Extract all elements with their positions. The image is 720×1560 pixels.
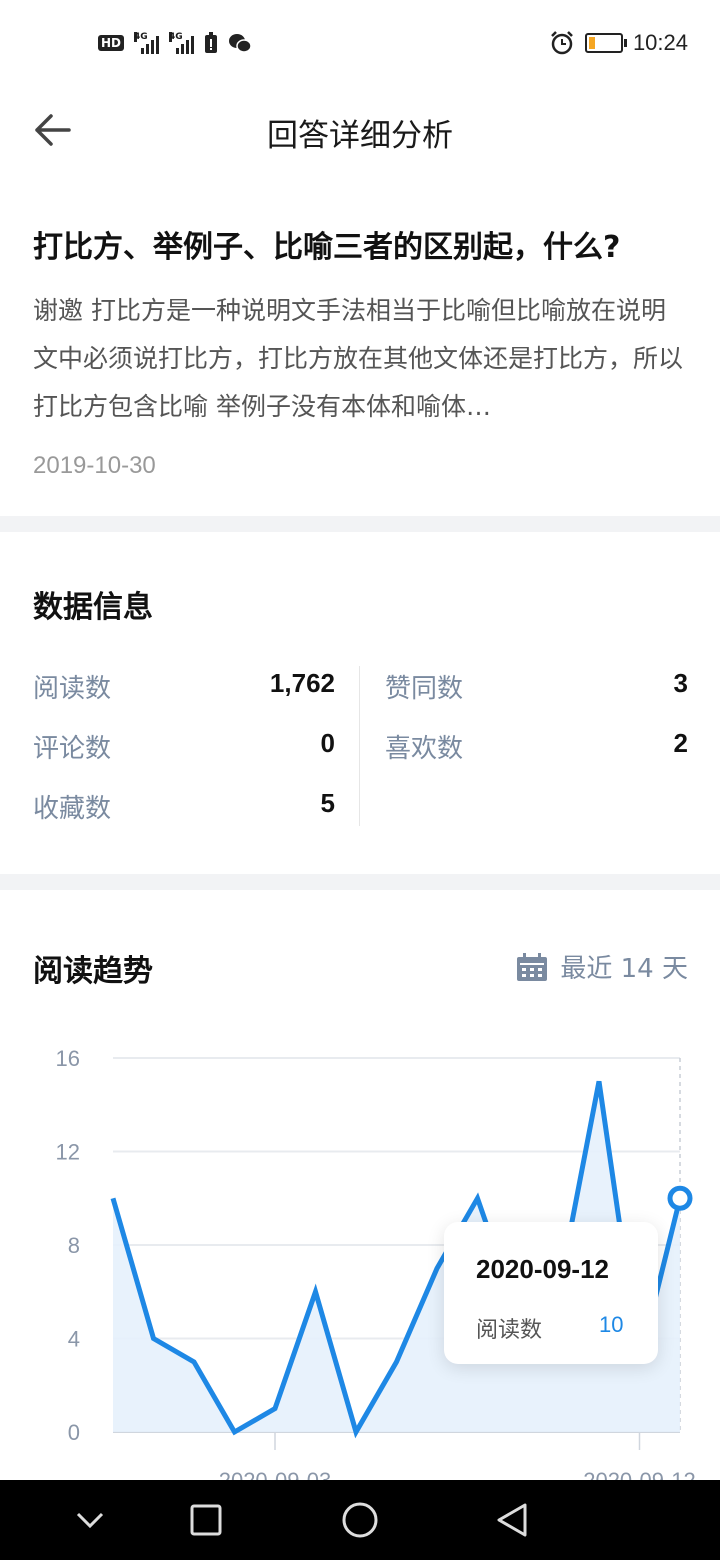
hide-keyboard-button[interactable] [70, 1500, 110, 1540]
tooltip-label: 阅读数 [476, 1318, 543, 1343]
network-type-label-2: 4G [169, 32, 183, 42]
stats-divider [359, 666, 360, 826]
calendar-icon [517, 952, 548, 981]
square-icon [190, 1504, 222, 1536]
section-separator [0, 874, 720, 890]
stat-label: 赞同数 [385, 674, 464, 704]
status-icons-right: 10:24 [549, 30, 688, 56]
wechat-icon [229, 34, 252, 53]
stat-upvote-count: 赞同数 3 [385, 668, 688, 708]
tooltip-date: 2020-09-12 [476, 1254, 609, 1284]
stat-favorite-count: 收藏数 5 [33, 788, 335, 828]
date-range-label: 最近 14 天 [560, 954, 688, 984]
y-tick-label: 16 [56, 1046, 80, 1071]
alert-battery-icon [205, 32, 218, 53]
signal-icon-2: 4G [169, 32, 195, 54]
answer-date: 2019-10-30 [33, 452, 156, 479]
stat-label: 评论数 [33, 734, 112, 764]
stat-value: 1,762 [269, 668, 335, 698]
signal-icon: 4G [134, 32, 160, 54]
trend-title: 阅读趋势 [33, 954, 153, 989]
top-navbar: 回答详细分析 [0, 88, 720, 168]
triangle-back-icon [497, 1503, 527, 1537]
x-tick-label: 2020-09-12 [583, 1468, 696, 1480]
section-separator [0, 516, 720, 532]
x-tick-label: 2020-09-03 [219, 1468, 332, 1480]
chart-tooltip: 2020-09-12 阅读数 10 [444, 1222, 658, 1364]
data-info-title: 数据信息 [33, 590, 153, 625]
recents-button[interactable] [186, 1500, 226, 1540]
page-title: 回答详细分析 [267, 118, 453, 154]
stat-like-count: 喜欢数 2 [385, 728, 688, 768]
y-tick-label: 12 [56, 1140, 80, 1165]
question-title[interactable]: 打比方、举例子、比喻三者的区别起，什么? [33, 222, 693, 266]
stat-read-count: 阅读数 1,762 [33, 668, 335, 708]
date-range-selector[interactable]: 最近 14 天 [516, 948, 688, 985]
stat-value: 3 [673, 668, 688, 698]
system-nav-bar [0, 1480, 720, 1560]
highlighted-data-point [667, 1185, 693, 1211]
chevron-down-icon [76, 1512, 104, 1529]
stat-label: 收藏数 [33, 794, 112, 824]
stat-value: 0 [320, 728, 335, 758]
stat-value: 5 [320, 788, 335, 818]
home-button[interactable] [340, 1500, 380, 1540]
y-tick-label: 8 [68, 1233, 80, 1258]
stats-grid: 阅读数 1,762 评论数 0 收藏数 5 赞同数 3 喜欢数 2 [0, 660, 720, 830]
alarm-icon [551, 31, 573, 55]
y-tick-label: 4 [68, 1327, 80, 1352]
y-tick-label: 0 [68, 1420, 80, 1445]
answer-excerpt[interactable]: 谢邀 打比方是一种说明文手法相当于比喻但比喻放在说明文中必须说打比方，打比方放在… [33, 287, 688, 431]
stat-comment-count: 评论数 0 [33, 728, 335, 768]
battery-icon [584, 33, 627, 53]
clock: 10:24 [632, 30, 688, 55]
hd-icon: HD [98, 35, 125, 51]
stat-label: 喜欢数 [385, 734, 464, 764]
stat-value: 2 [673, 728, 688, 758]
tooltip-value: 10 [599, 1312, 624, 1337]
back-nav-button[interactable] [492, 1500, 532, 1540]
status-icons-left: HD 4G 4G [98, 32, 252, 54]
circle-icon [342, 1502, 378, 1538]
status-bar: HD 4G 4G 10:24 [0, 0, 720, 88]
stat-label: 阅读数 [33, 674, 112, 704]
network-type-label: 4G [134, 32, 148, 42]
